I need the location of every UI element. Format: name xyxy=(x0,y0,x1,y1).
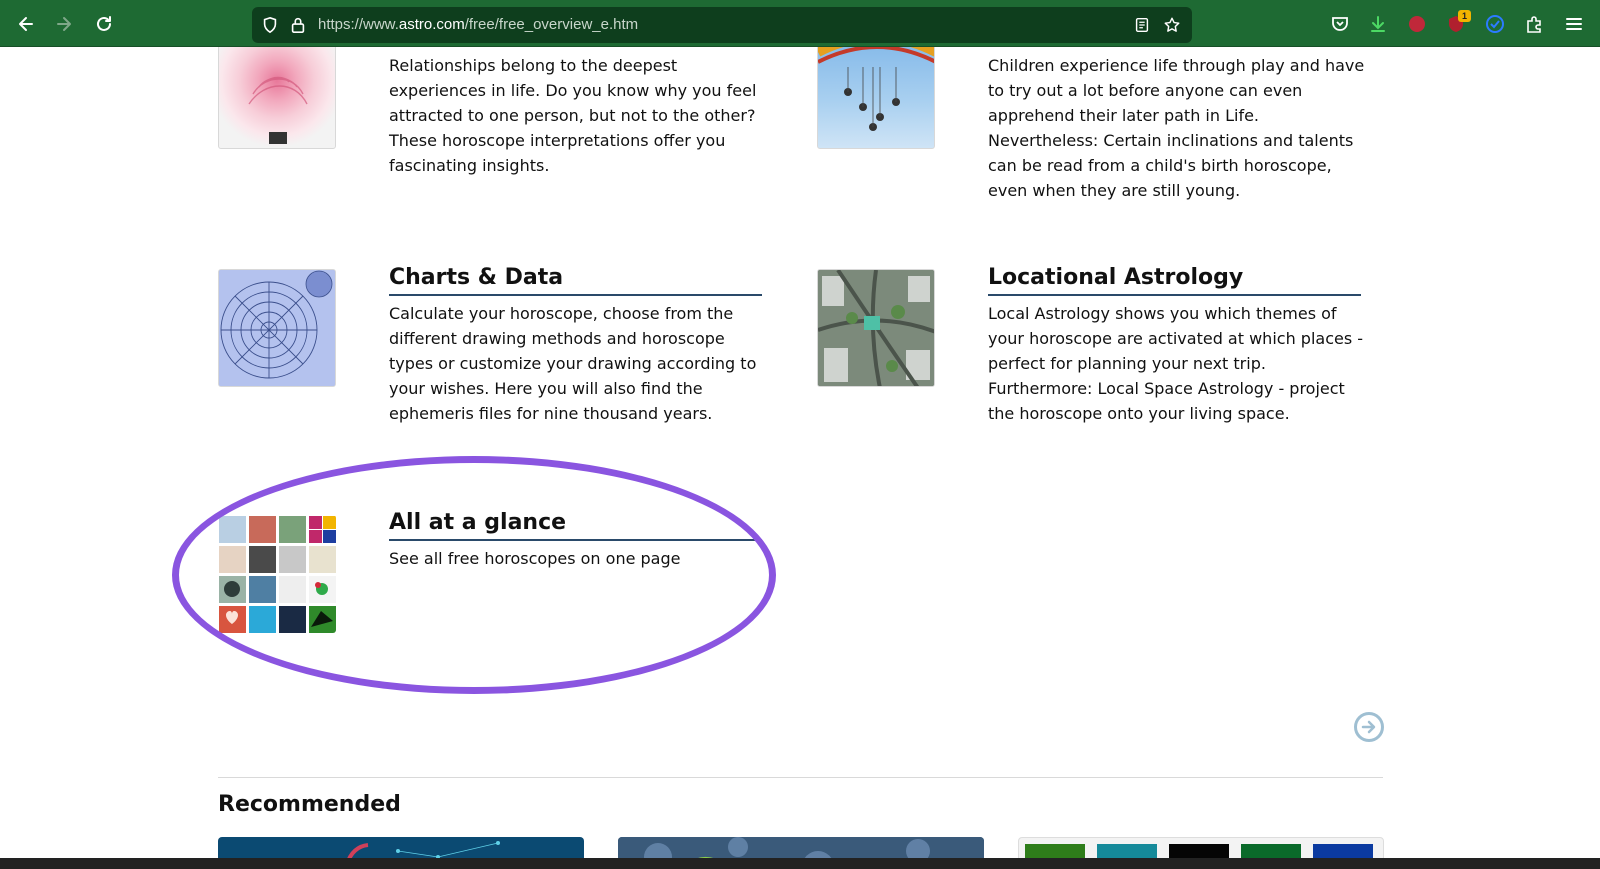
relationships-description: Relationships belong to the deepest expe… xyxy=(389,56,757,175)
children-description: Children experience life through play an… xyxy=(988,56,1365,200)
url-path: /free/free_overview_e.htm xyxy=(464,16,639,33)
highlight-ellipse-annotation xyxy=(172,456,776,694)
carousel-thumbnail[interactable] xyxy=(817,47,935,149)
recommended-heading: Recommended xyxy=(218,792,401,817)
download-icon[interactable] xyxy=(1364,10,1392,38)
aerial-city-thumbnail[interactable] xyxy=(817,269,935,387)
pocket-icon[interactable] xyxy=(1326,10,1354,38)
star-bookmark-icon[interactable] xyxy=(1162,15,1182,35)
extension-badge: 1 xyxy=(1458,10,1471,22)
browser-window: https://www.astro.com/free/free_overview… xyxy=(0,0,1600,869)
checkmark-icon[interactable] xyxy=(1481,10,1509,38)
charts-data-description: Calculate your horoscope, choose from th… xyxy=(389,304,757,423)
url-host: astro.com xyxy=(398,16,465,33)
locational-astrology-description: Local Astrology shows you which themes o… xyxy=(988,304,1364,423)
section-divider xyxy=(218,777,1383,778)
extensions-icon[interactable] xyxy=(1520,10,1548,38)
url-prefix: https://www. xyxy=(318,16,399,33)
record-icon[interactable] xyxy=(1403,10,1431,38)
charts-data-title[interactable]: Charts & Data xyxy=(389,265,762,296)
window-bottom-edge xyxy=(0,858,1600,869)
browser-toolbar: https://www.astro.com/free/free_overview… xyxy=(0,0,1600,47)
reload-icon[interactable] xyxy=(90,10,118,38)
url-bar[interactable]: https://www.astro.com/free/free_overview… xyxy=(252,7,1192,43)
back-arrow-icon[interactable] xyxy=(12,10,40,38)
next-page-button[interactable] xyxy=(1354,712,1384,742)
url-text[interactable]: https://www.astro.com/free/free_overview… xyxy=(318,16,638,33)
astrology-chart-thumbnail[interactable] xyxy=(218,269,336,387)
lock-icon[interactable] xyxy=(288,15,308,35)
page-content: Relationships belong to the deepest expe… xyxy=(0,47,1600,864)
locational-astrology-title[interactable]: Locational Astrology xyxy=(988,265,1361,296)
rose-thumbnail[interactable] xyxy=(218,47,336,149)
forward-arrow-icon[interactable] xyxy=(50,10,78,38)
reader-view-icon[interactable] xyxy=(1132,15,1152,35)
shield-icon[interactable] xyxy=(260,15,280,35)
menu-icon[interactable] xyxy=(1560,10,1588,38)
arrow-right-circle-icon xyxy=(1361,720,1376,734)
